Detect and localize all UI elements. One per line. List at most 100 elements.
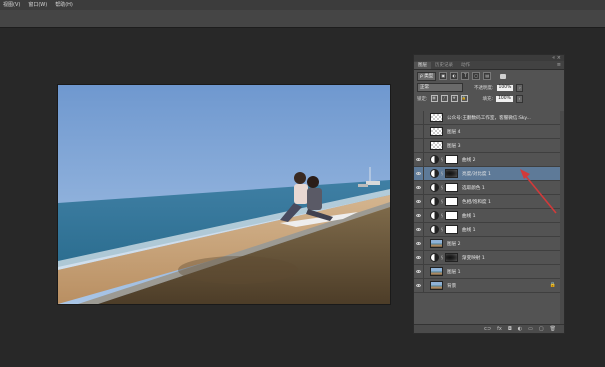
- fill-input[interactable]: 100%: [496, 95, 513, 102]
- visibility-eye-icon[interactable]: [414, 265, 424, 278]
- layer-scrollbar[interactable]: [560, 111, 564, 326]
- mask-icon[interactable]: ◘: [508, 326, 512, 332]
- adjustment-layer-icon: [430, 183, 439, 192]
- layer-row[interactable]: § 曲线 2: [414, 153, 564, 167]
- mask-link-icon[interactable]: §: [440, 227, 444, 232]
- visibility-eye-icon[interactable]: [414, 111, 424, 124]
- blend-mode-dropdown[interactable]: 正常: [417, 83, 463, 92]
- layer-row[interactable]: 图层 4: [414, 125, 564, 139]
- layer-name: 色相/饱和度 1: [462, 199, 491, 205]
- visibility-eye-icon[interactable]: [414, 125, 424, 138]
- mask-link-icon[interactable]: §: [440, 171, 444, 176]
- layer-row[interactable]: § 选取颜色 1: [414, 181, 564, 195]
- tab-layers[interactable]: 图层: [414, 62, 431, 69]
- layer-name: 图层 4: [447, 129, 461, 135]
- layer-row[interactable]: 图层 1: [414, 265, 564, 279]
- layer-name: 渐变映射 1: [462, 255, 485, 261]
- layer-mask-thumbnail[interactable]: [445, 155, 458, 164]
- layer-mask-thumbnail[interactable]: [445, 225, 458, 234]
- layer-row[interactable]: § 渐变映射 1: [414, 251, 564, 265]
- trash-icon[interactable]: 🗑: [550, 326, 556, 332]
- visibility-eye-icon[interactable]: [414, 223, 424, 236]
- adjustment-layer-icon: [430, 253, 439, 262]
- adjustment-layer-icon: [430, 211, 439, 220]
- visibility-eye-icon[interactable]: [414, 195, 424, 208]
- filter-smart-icon[interactable]: ▤: [483, 72, 492, 80]
- fill-label: 填充:: [482, 96, 494, 102]
- folder-icon[interactable]: ▭: [528, 326, 533, 332]
- lock-label: 锁定:: [417, 96, 428, 102]
- layer-mask-thumbnail[interactable]: [445, 211, 458, 220]
- layer-mask-thumbnail[interactable]: [445, 197, 458, 206]
- fill-dropdown-icon[interactable]: ›: [515, 94, 523, 103]
- fx-icon[interactable]: fx: [497, 326, 502, 332]
- layer-row[interactable]: § 色相/饱和度 1: [414, 195, 564, 209]
- filter-row: ρ 类型 ▣ ◐ T ▢ ▤: [414, 70, 564, 82]
- menu-bar: 视图(V) 窗口(W) 帮助(H): [0, 0, 605, 10]
- filter-adjust-icon[interactable]: ◐: [450, 72, 459, 80]
- beach-photo: [58, 85, 390, 304]
- filter-type-icon[interactable]: T: [461, 72, 470, 80]
- tab-history[interactable]: 历史记录: [431, 62, 457, 69]
- opacity-dropdown-icon[interactable]: ›: [516, 83, 524, 92]
- opacity-input[interactable]: 100%: [496, 84, 514, 91]
- visibility-eye-icon[interactable]: [414, 279, 424, 292]
- lock-brush-icon[interactable]: /: [440, 95, 448, 102]
- adjustment-icon[interactable]: ◐: [518, 326, 522, 332]
- options-bar: [0, 10, 605, 28]
- layer-name: 曲线 1: [462, 213, 476, 219]
- mask-link-icon[interactable]: §: [440, 199, 444, 204]
- lock-transparent-icon[interactable]: ▦: [430, 95, 438, 102]
- document-canvas[interactable]: [58, 85, 390, 304]
- visibility-eye-icon[interactable]: [414, 209, 424, 222]
- mask-link-icon[interactable]: §: [440, 213, 444, 218]
- layer-name: 公众号:王翻数码工作室，客服微信:Sky...: [447, 115, 531, 121]
- layer-thumbnail: [430, 141, 443, 150]
- layer-thumbnail: [430, 239, 443, 248]
- panel-menu-icon[interactable]: ≡: [557, 62, 561, 69]
- panel-bottom-bar: ⅽ⊃ fx ◘ ◐ ▭ ▢ 🗑: [414, 324, 564, 333]
- layer-row[interactable]: 图层 2: [414, 237, 564, 251]
- menu-help[interactable]: 帮助(H): [55, 0, 73, 10]
- tab-actions[interactable]: 动作: [457, 62, 474, 69]
- lock-icon: 🔒: [549, 282, 556, 288]
- layer-name: 亮度/对比度 1: [462, 171, 491, 177]
- layer-row[interactable]: 背景 🔒: [414, 279, 564, 293]
- lock-all-icon[interactable]: 🔒: [460, 95, 468, 102]
- lock-move-icon[interactable]: ✥: [450, 95, 458, 102]
- layer-row[interactable]: § 亮度/对比度 1: [414, 167, 564, 181]
- visibility-eye-icon[interactable]: [414, 167, 424, 180]
- mask-link-icon[interactable]: §: [440, 255, 444, 260]
- panel-tabs: 图层 历史记录 动作 ≡: [414, 61, 564, 70]
- visibility-eye-icon[interactable]: [414, 237, 424, 250]
- layer-row[interactable]: 公众号:王翻数码工作室，客服微信:Sky...: [414, 111, 564, 125]
- layer-thumbnail: [430, 281, 443, 290]
- filter-pixel-icon[interactable]: ▣: [439, 72, 448, 80]
- adjustment-layer-icon: [430, 197, 439, 206]
- menu-window[interactable]: 窗口(W): [28, 0, 47, 10]
- visibility-eye-icon[interactable]: [414, 181, 424, 194]
- visibility-eye-icon[interactable]: [414, 251, 424, 264]
- layer-filter-dropdown[interactable]: ρ 类型: [417, 71, 437, 81]
- menu-view[interactable]: 视图(V): [3, 0, 20, 10]
- layer-mask-thumbnail[interactable]: [445, 183, 458, 192]
- layer-name: 图层 3: [447, 143, 461, 149]
- layer-row[interactable]: § 曲线 1: [414, 209, 564, 223]
- layer-name: 图层 2: [447, 241, 461, 247]
- layer-row[interactable]: § 曲线 1: [414, 223, 564, 237]
- mask-link-icon[interactable]: §: [440, 185, 444, 190]
- new-layer-icon[interactable]: ▢: [539, 326, 544, 332]
- visibility-eye-icon[interactable]: [414, 139, 424, 152]
- adjustment-layer-icon: [430, 169, 439, 178]
- link-icon[interactable]: ⅽ⊃: [484, 326, 491, 332]
- layer-row[interactable]: 图层 3: [414, 139, 564, 153]
- filter-shape-icon[interactable]: ▢: [472, 72, 481, 80]
- filter-toggle[interactable]: [500, 73, 507, 79]
- layer-mask-thumbnail[interactable]: [445, 169, 458, 178]
- collapse-icon[interactable]: « ×: [552, 55, 561, 61]
- layer-name: 选取颜色 1: [462, 185, 485, 191]
- layer-mask-thumbnail[interactable]: [445, 253, 458, 262]
- blend-row: 正常 不透明度: 100% ›: [414, 82, 564, 93]
- visibility-eye-icon[interactable]: [414, 153, 424, 166]
- mask-link-icon[interactable]: §: [440, 157, 444, 162]
